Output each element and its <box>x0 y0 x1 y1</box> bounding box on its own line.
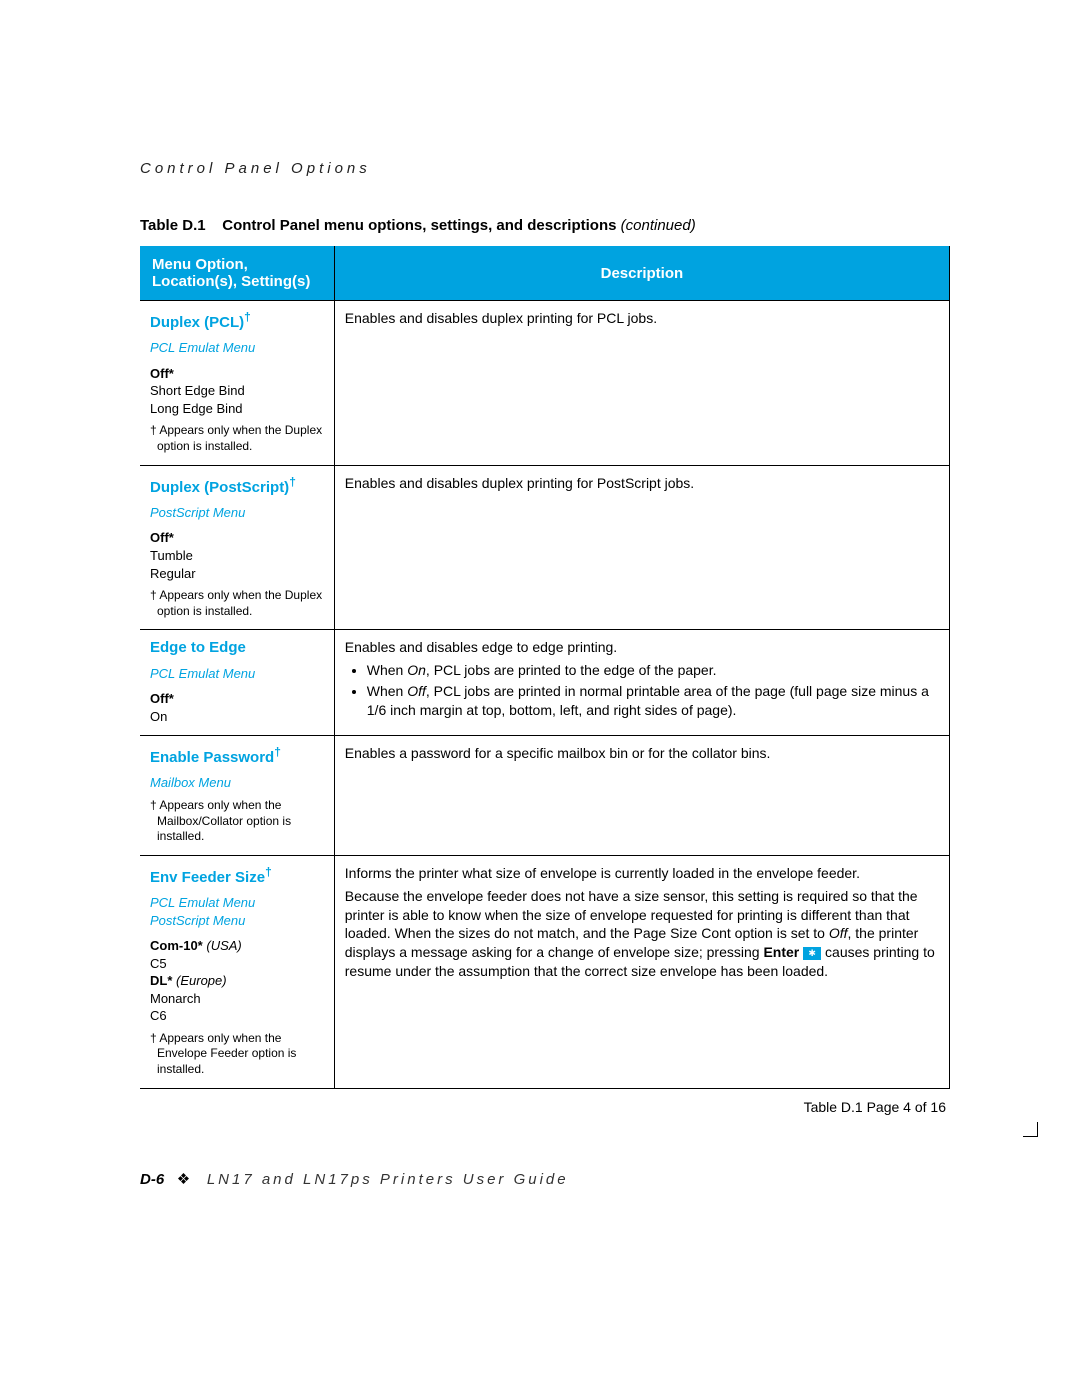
table-row: Env Feeder Size† PCL Emulat Menu PostScr… <box>140 855 950 1088</box>
enter-key-icon: ✱ <box>803 947 821 960</box>
option-title: Edge to Edge <box>150 639 246 656</box>
option-description: Enables and disables duplex printing for… <box>334 301 949 466</box>
menu-location: PostScript Menu <box>150 504 324 522</box>
option-settings: Off*TumbleRegular <box>150 529 324 582</box>
col-header-right: Description <box>334 246 949 301</box>
col-header-left: Menu Option, Location(s), Setting(s) <box>140 246 334 301</box>
menu-location: PCL Emulat Menu <box>150 339 324 357</box>
option-settings: Off*Short Edge BindLong Edge Bind <box>150 365 324 418</box>
caption-continued: (continued) <box>621 217 696 234</box>
table-caption: Table D.1 Control Panel menu options, se… <box>140 217 950 234</box>
caption-label: Table D.1 <box>140 217 206 234</box>
option-description: Enables a password for a specific mailbo… <box>334 736 949 856</box>
table-row: Duplex (PostScript)† PostScript Menu Off… <box>140 465 950 630</box>
option-footnote: † Appears only when the Mailbox/Collator… <box>150 798 324 845</box>
option-settings: Com-10* (USA)C5DL* (Europe)MonarchC6 <box>150 937 324 1025</box>
table-pager: Table D.1 Page 4 of 16 <box>140 1099 950 1115</box>
section-header: Control Panel Options <box>140 160 950 177</box>
table-row: Duplex (PCL)† PCL Emulat Menu Off*Short … <box>140 301 950 466</box>
menu-location: PCL Emulat Menu <box>150 665 324 683</box>
crop-mark-icon <box>1023 1122 1038 1137</box>
option-description: Informs the printer what size of envelop… <box>334 855 949 1088</box>
caption-title: Control Panel menu options, settings, an… <box>222 217 616 234</box>
table-row: Edge to Edge PCL Emulat Menu Off*On Enab… <box>140 630 950 736</box>
table-row: Enable Password† Mailbox Menu † Appears … <box>140 736 950 856</box>
menu-location: PCL Emulat Menu <box>150 894 324 912</box>
option-title: Enable Password† <box>150 749 281 766</box>
option-title: Duplex (PostScript)† <box>150 479 296 496</box>
options-table: Menu Option, Location(s), Setting(s) Des… <box>140 246 950 1089</box>
menu-location: PostScript Menu <box>150 912 324 930</box>
option-footnote: † Appears only when the Duplex option is… <box>150 588 324 619</box>
option-title: Duplex (PCL)† <box>150 314 251 331</box>
menu-location: Mailbox Menu <box>150 774 324 792</box>
page-footer: D-6 ❖ LN17 and LN17ps Printers User Guid… <box>140 1170 950 1188</box>
option-footnote: † Appears only when the Duplex option is… <box>150 423 324 454</box>
option-settings: Off*On <box>150 690 324 725</box>
option-description: Enables and disables duplex printing for… <box>334 465 949 630</box>
option-title: Env Feeder Size† <box>150 869 272 886</box>
option-footnote: † Appears only when the Envelope Feeder … <box>150 1031 324 1078</box>
option-description: Enables and disables edge to edge printi… <box>334 630 949 736</box>
